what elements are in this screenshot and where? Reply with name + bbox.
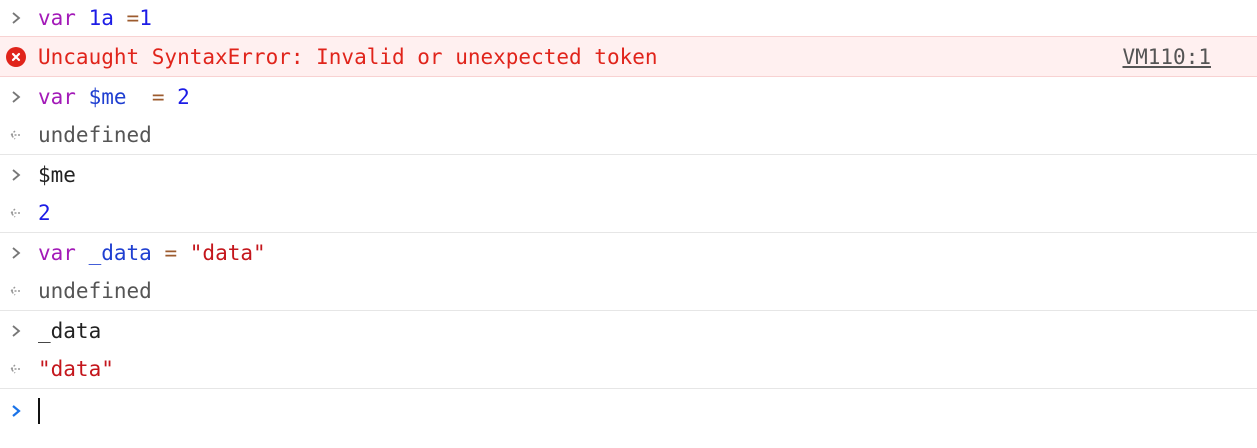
result-value: "data": [38, 357, 114, 381]
operator: =: [126, 6, 140, 30]
error-x-icon: [6, 37, 26, 76]
keyword: var: [38, 6, 76, 30]
console-input-row: $me: [0, 155, 1257, 194]
chevron-right-icon: [6, 155, 26, 194]
chevron-right-icon: [6, 311, 26, 350]
chevron-right-icon: [6, 0, 26, 36]
console-output-row: undefined: [0, 272, 1257, 311]
return-arrow-icon: [6, 194, 26, 232]
operator: =: [151, 84, 165, 109]
identifier: $me: [88, 84, 127, 109]
number-literal: 2: [177, 84, 190, 109]
console-input-row: var $me = 2: [0, 77, 1257, 116]
console-panel: var 1a = 1 Uncaught SyntaxError: Invalid …: [0, 0, 1257, 448]
number-literal: 1: [139, 6, 152, 30]
chevron-right-icon: [6, 233, 26, 272]
chevron-right-icon: [6, 77, 26, 116]
return-arrow-icon: [6, 116, 26, 154]
text-cursor: [38, 398, 40, 424]
identifier: $me: [38, 162, 76, 187]
error-message: Uncaught SyntaxError: Invalid or unexpec…: [38, 44, 658, 69]
identifier: _data: [88, 240, 152, 265]
console-prompt[interactable]: [0, 389, 1257, 433]
console-error-row: Uncaught SyntaxError: Invalid or unexpec…: [0, 36, 1257, 77]
console-output-row: "data": [0, 350, 1257, 389]
identifier: 1a: [88, 6, 114, 30]
prompt-chevron-icon: [6, 389, 26, 433]
console-output-row: 2: [0, 194, 1257, 233]
string-literal: "data": [189, 240, 266, 265]
result-value: undefined: [38, 123, 152, 147]
console-input-row: _data: [0, 311, 1257, 350]
source-link[interactable]: VM110:1: [1122, 37, 1211, 76]
result-value: undefined: [38, 279, 152, 303]
console-input-row: var _data = "data": [0, 233, 1257, 272]
return-arrow-icon: [6, 350, 26, 388]
operator: =: [164, 240, 178, 265]
keyword: var: [38, 240, 76, 265]
console-output-row: undefined: [0, 116, 1257, 155]
keyword: var: [38, 84, 76, 109]
return-arrow-icon: [6, 272, 26, 310]
console-input-row: var 1a = 1: [0, 0, 1257, 36]
identifier: _data: [38, 318, 102, 343]
result-value: 2: [38, 201, 51, 225]
